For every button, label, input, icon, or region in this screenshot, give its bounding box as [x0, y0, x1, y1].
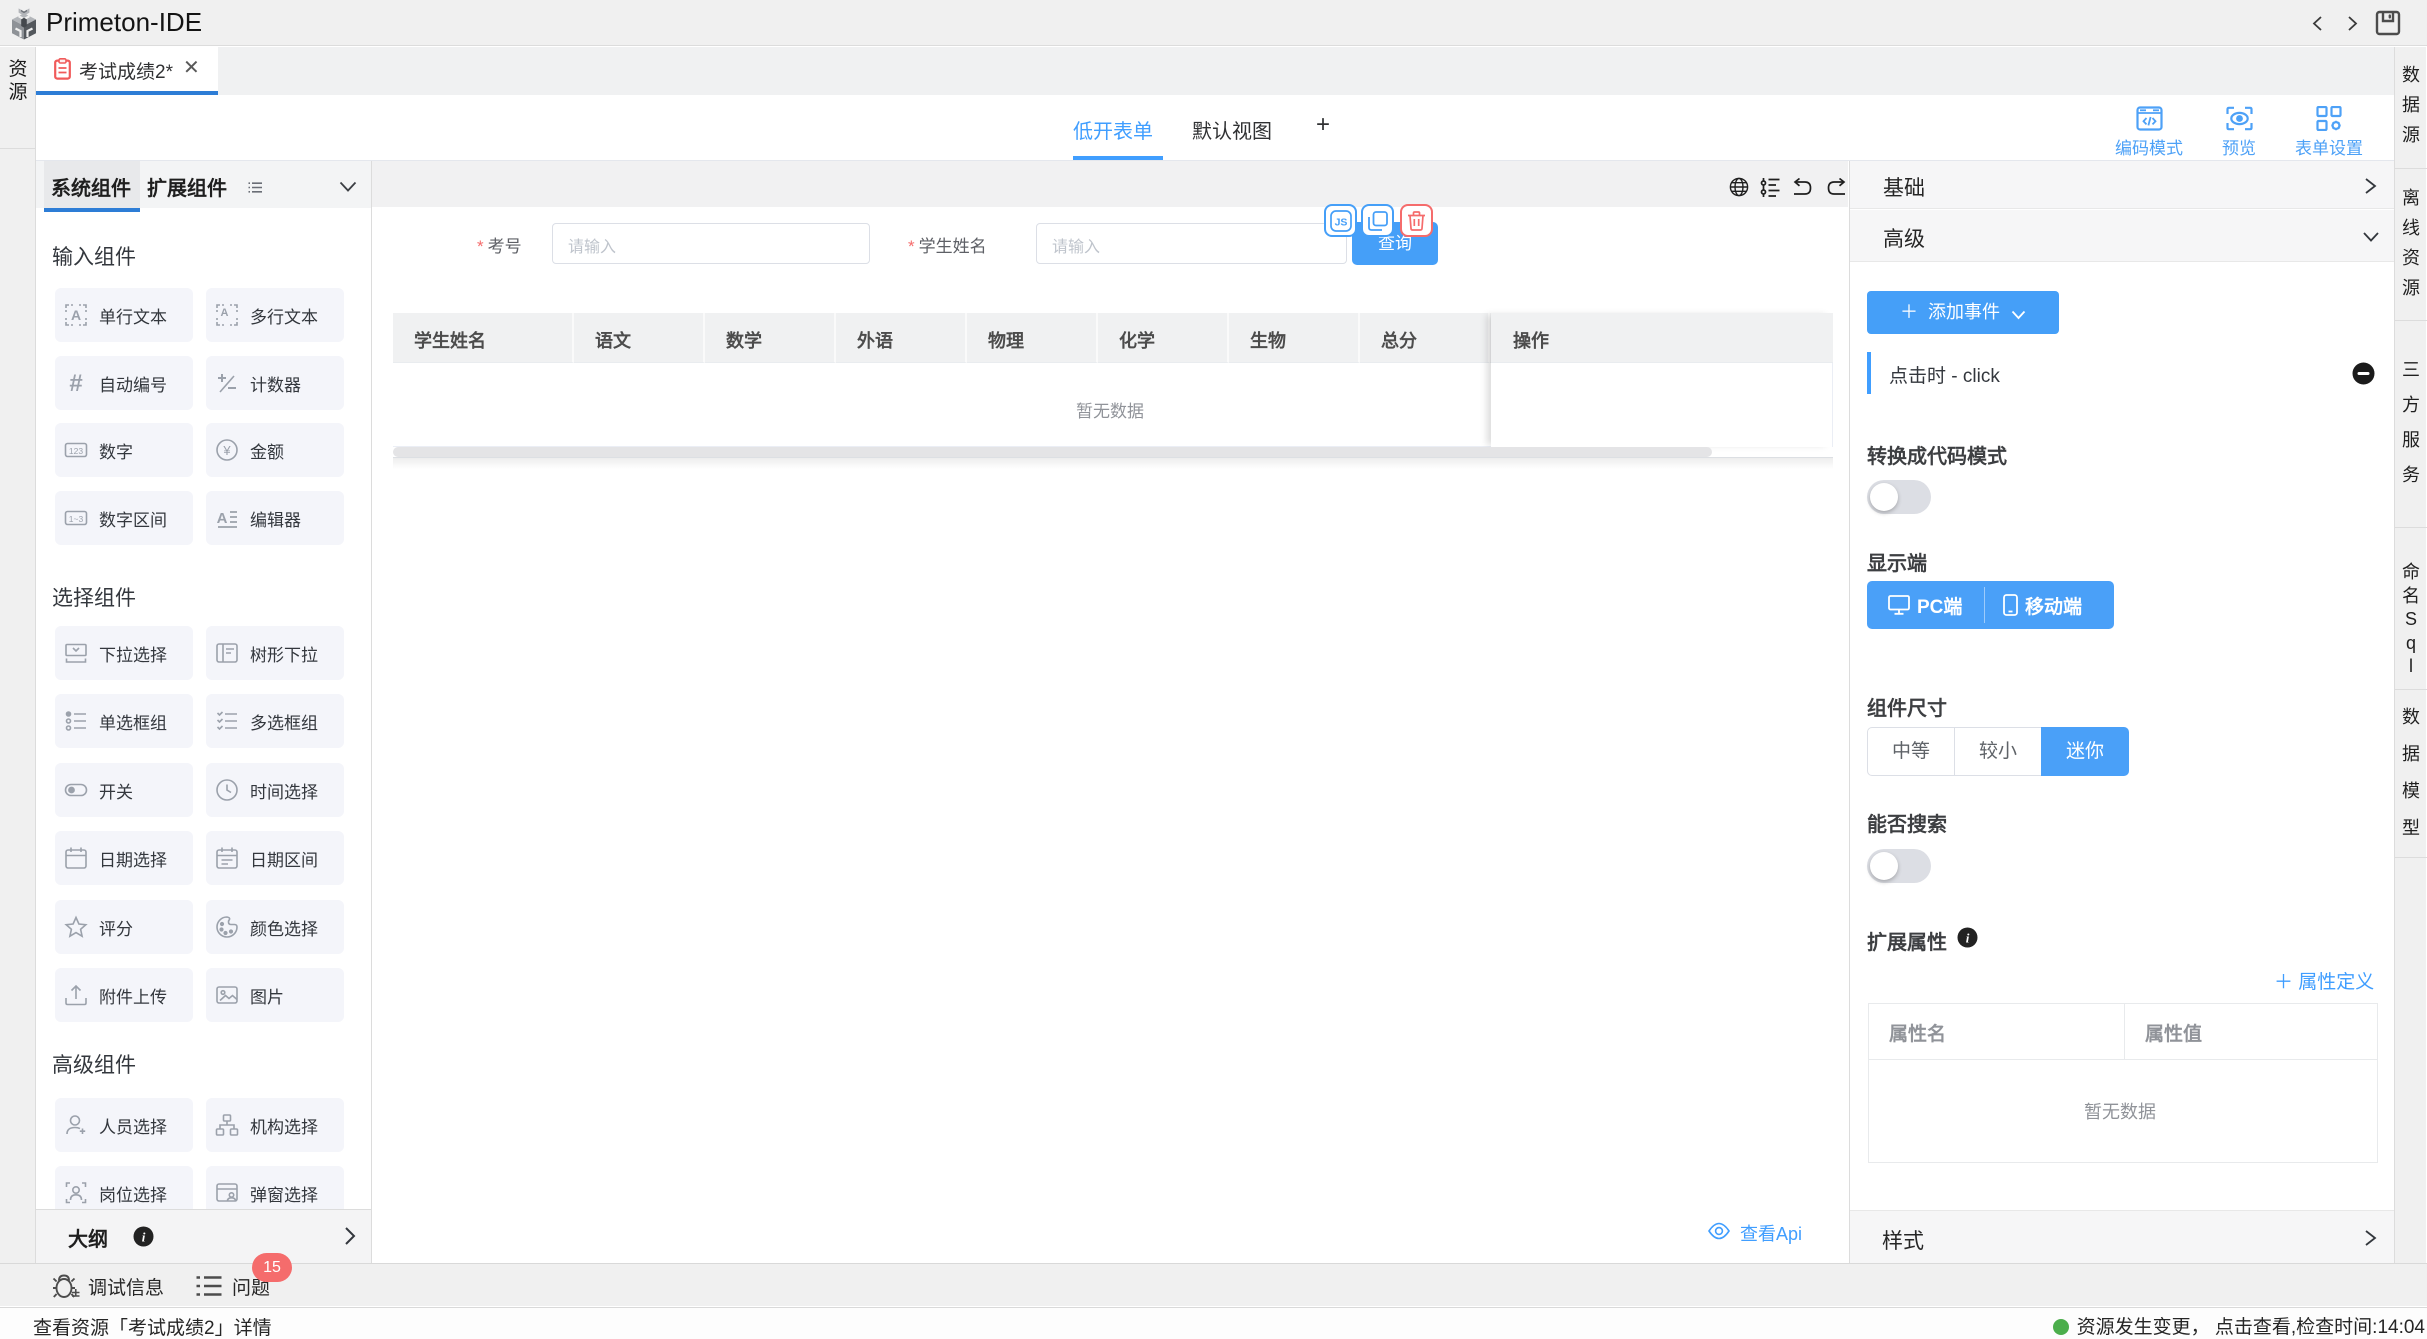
svg-text:i: i	[1966, 931, 1970, 946]
svg-text:1~3: 1~3	[69, 514, 84, 524]
svg-text:JS: JS	[1334, 217, 1347, 229]
svg-text:A: A	[71, 307, 81, 323]
svg-text:123: 123	[69, 446, 83, 456]
svg-text:¥: ¥	[222, 443, 231, 458]
svg-text:#: #	[69, 371, 82, 395]
svg-text:A: A	[221, 307, 229, 319]
svg-text:i: i	[142, 1230, 146, 1245]
svg-text:A: A	[217, 510, 228, 527]
